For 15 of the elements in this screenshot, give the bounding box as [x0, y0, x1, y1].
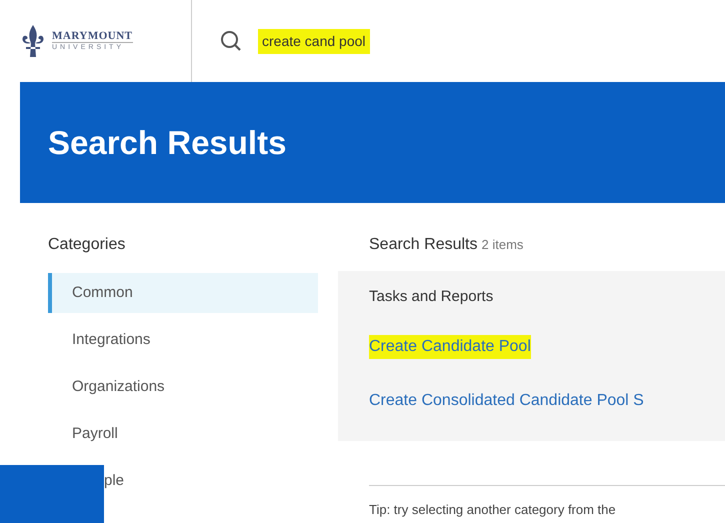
logo-name: MARYMOUNT [52, 30, 132, 42]
results-heading: Search Results [369, 236, 478, 253]
search-icon [220, 30, 242, 52]
results-count: 2 items [482, 237, 524, 252]
category-item[interactable]: Payroll [48, 414, 318, 454]
search-field[interactable]: create cand pool [258, 28, 370, 54]
category-item[interactable]: Common [48, 273, 318, 313]
group-heading: Tasks and Reports [369, 287, 494, 307]
result-link[interactable]: Create Consolidated Candidate Pool S [369, 388, 644, 412]
category-item[interactable]: Organizations [48, 367, 318, 407]
page-title: Search Results [48, 122, 286, 163]
result-link[interactable]: Create Candidate Pool [369, 334, 531, 358]
category-item[interactable]: Integrations [48, 320, 318, 360]
categories-heading: Categories [48, 235, 126, 255]
tip-text: Tip: try selecting another category from the [369, 502, 616, 517]
